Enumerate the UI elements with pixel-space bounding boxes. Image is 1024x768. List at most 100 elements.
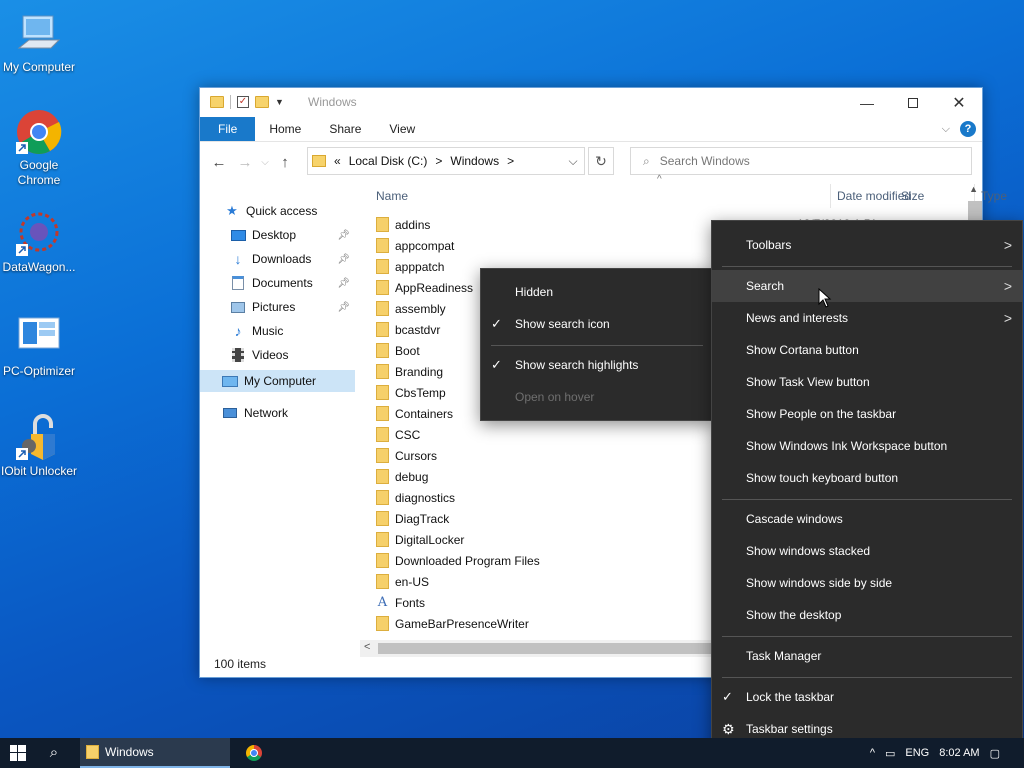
taskbar-app-explorer[interactable]: Windows: [80, 738, 230, 768]
table-row[interactable]: en-US: [376, 571, 429, 592]
tray-overflow-icon[interactable]: ^: [870, 747, 875, 759]
menu-item-show-search-highlights[interactable]: ✓ Show search highlights: [481, 349, 713, 381]
pin-icon[interactable]: 📌︎: [337, 230, 350, 241]
table-row[interactable]: DigitalLocker: [376, 529, 464, 550]
table-row[interactable]: bcastdvr: [376, 319, 440, 340]
column-header-size[interactable]: Size: [901, 189, 924, 203]
scroll-up-icon[interactable]: ▲: [969, 184, 978, 194]
table-row[interactable]: Boot: [376, 340, 420, 361]
nav-item-documents[interactable]: Documents 📌︎: [230, 272, 354, 294]
new-folder-icon[interactable]: [255, 96, 269, 108]
table-row[interactable]: diagnostics: [376, 487, 455, 508]
menu-item-show-task-view-button[interactable]: Show Task View button: [712, 366, 1022, 398]
properties-icon[interactable]: ✓: [237, 96, 249, 108]
breadcrumb-separator[interactable]: >: [435, 154, 442, 168]
chevron-down-icon[interactable]: ⌵: [562, 154, 584, 169]
table-row[interactable]: addins: [376, 214, 430, 235]
menu-item-show-the-desktop[interactable]: Show the desktop: [712, 599, 1022, 631]
nav-item-desktop[interactable]: Desktop 📌︎: [230, 224, 354, 246]
table-row[interactable]: apppatch: [376, 256, 444, 277]
table-row[interactable]: AppReadiness: [376, 277, 473, 298]
start-button[interactable]: [0, 738, 36, 768]
menu-item-show-touch-keyboard[interactable]: Show touch keyboard button: [712, 462, 1022, 494]
address-bar[interactable]: « Local Disk (C:) > Windows > ⌵: [307, 147, 585, 175]
tab-home[interactable]: Home: [255, 117, 315, 141]
taskbar-chrome-icon[interactable]: [246, 745, 262, 761]
menu-item-news-and-interests[interactable]: News and interests >: [712, 302, 1022, 334]
table-row[interactable]: DiagTrack: [376, 508, 449, 529]
nav-item-my-computer[interactable]: My Computer: [200, 370, 355, 392]
breadcrumb-separator[interactable]: >: [507, 154, 514, 168]
close-button[interactable]: ✕: [936, 88, 982, 117]
menu-item-task-manager[interactable]: Task Manager: [712, 640, 1022, 672]
forward-arrow-icon[interactable]: →: [232, 154, 258, 171]
table-row[interactable]: Downloaded Program Files: [376, 550, 540, 571]
menu-item-show-windows-stacked[interactable]: Show windows stacked: [712, 535, 1022, 567]
up-arrow-icon[interactable]: ↑: [272, 154, 298, 171]
notification-icon[interactable]: ▢: [990, 747, 1000, 760]
nav-item-network[interactable]: Network: [222, 402, 352, 424]
table-row[interactable]: Branding: [376, 361, 443, 382]
breadcrumb-windows[interactable]: Windows: [450, 154, 499, 168]
desktop-icon-iobit-unlocker[interactable]: IObit Unlocker: [0, 414, 78, 479]
menu-item-search[interactable]: Search >: [712, 270, 1022, 302]
pin-icon[interactable]: 📌︎: [337, 254, 350, 265]
breadcrumb-overflow[interactable]: «: [334, 154, 341, 168]
table-row[interactable]: debug: [376, 466, 428, 487]
customize-dropdown-icon[interactable]: ▼: [275, 97, 284, 107]
minimize-button[interactable]: —: [844, 88, 890, 117]
column-header-type[interactable]: Type: [981, 189, 1007, 203]
desktop-icon-my-computer[interactable]: My Computer: [0, 10, 78, 75]
title-bar[interactable]: ✓ ▼ Windows — ✕: [200, 88, 982, 117]
scroll-left-icon[interactable]: <: [364, 641, 370, 653]
menu-item-show-ink-workspace[interactable]: Show Windows Ink Workspace button: [712, 430, 1022, 462]
column-header-name[interactable]: Name: [376, 189, 408, 203]
breadcrumb-local-disk[interactable]: Local Disk (C:): [349, 154, 428, 168]
back-arrow-icon[interactable]: ←: [206, 154, 232, 171]
taskbar-search-button[interactable]: ⌕: [36, 738, 72, 768]
table-row[interactable]: CbsTemp: [376, 382, 446, 403]
menu-item-show-people[interactable]: Show People on the taskbar: [712, 398, 1022, 430]
recent-locations-icon[interactable]: ⌵: [258, 157, 272, 168]
pin-icon[interactable]: 📌︎: [337, 302, 350, 313]
column-divider[interactable]: [830, 184, 831, 208]
tab-share[interactable]: Share: [315, 117, 375, 141]
table-row[interactable]: GameBarPresenceWriter: [376, 613, 529, 634]
expand-ribbon-icon[interactable]: ⌵: [942, 123, 950, 136]
menu-item-show-cortana-button[interactable]: Show Cortana button: [712, 334, 1022, 366]
table-row[interactable]: appcompat: [376, 235, 454, 256]
menu-item-toolbars[interactable]: Toolbars >: [712, 229, 1022, 261]
table-row[interactable]: CSC: [376, 424, 420, 445]
column-header-date[interactable]: Date modified: [837, 189, 911, 203]
help-icon[interactable]: ?: [960, 121, 976, 137]
quick-access-toolbar: ✓ ▼: [210, 95, 284, 109]
tab-file[interactable]: File: [200, 117, 256, 141]
menu-item-cascade-windows[interactable]: Cascade windows: [712, 503, 1022, 535]
maximize-button[interactable]: [890, 88, 936, 117]
refresh-button[interactable]: ↻: [588, 147, 614, 175]
menu-item-lock-the-taskbar[interactable]: ✓ Lock the taskbar: [712, 681, 1022, 713]
taskbar[interactable]: ⌕ Windows ^ ▭ ENG 8:02 AM ▢: [0, 738, 1024, 768]
nav-item-downloads[interactable]: ↓ Downloads 📌︎: [230, 248, 354, 270]
nav-item-pictures[interactable]: Pictures 📌︎: [230, 296, 354, 318]
desktop-icon-pc-optimizer[interactable]: PC-Optimizer: [0, 314, 78, 379]
tab-view[interactable]: View: [375, 117, 429, 141]
table-row[interactable]: A Fonts: [376, 592, 425, 613]
nav-item-videos[interactable]: Videos: [230, 344, 354, 366]
menu-item-show-search-icon[interactable]: ✓ Show search icon: [481, 308, 713, 340]
table-row[interactable]: assembly: [376, 298, 446, 319]
menu-item-hidden[interactable]: Hidden: [481, 276, 713, 308]
nav-item-quick-access[interactable]: ★ Quick access: [224, 200, 354, 222]
table-row[interactable]: Cursors: [376, 445, 437, 466]
desktop-icon-datawagon[interactable]: DataWagon...: [0, 210, 78, 275]
desktop-icon-google-chrome[interactable]: Google Chrome: [0, 108, 78, 188]
nav-item-music[interactable]: ♪ Music: [230, 320, 354, 342]
network-tray-icon[interactable]: ▭: [885, 747, 895, 760]
language-indicator[interactable]: ENG: [905, 747, 929, 759]
vertical-scrollbar-thumb[interactable]: [968, 201, 982, 221]
clock[interactable]: 8:02 AM: [939, 747, 979, 759]
table-row[interactable]: Containers: [376, 403, 453, 424]
pin-icon[interactable]: 📌︎: [337, 278, 350, 289]
menu-item-show-windows-side-by-side[interactable]: Show windows side by side: [712, 567, 1022, 599]
search-input[interactable]: ⌕ Search Windows: [630, 147, 972, 175]
